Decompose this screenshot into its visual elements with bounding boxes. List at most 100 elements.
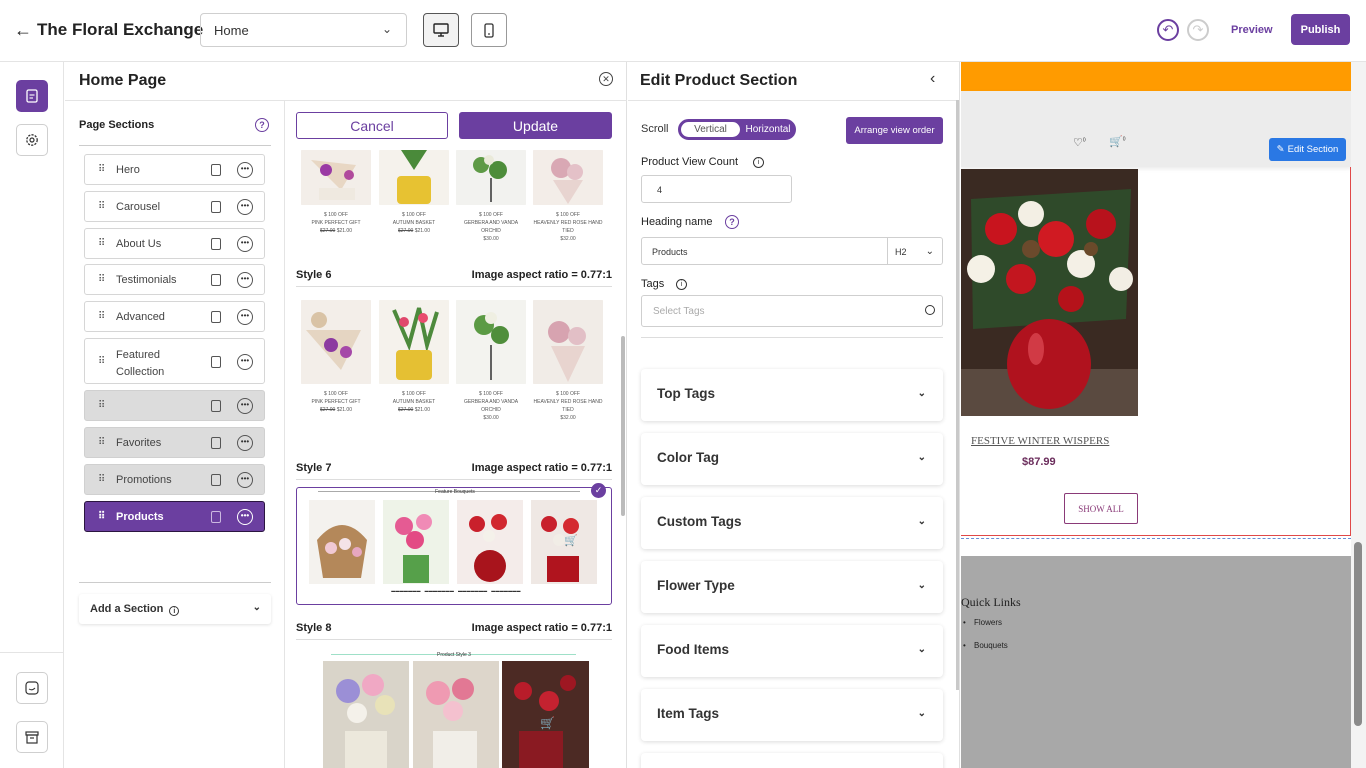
product-name-link[interactable]: FESTIVE WINTER WISPERS [971,435,1109,447]
heart-icon[interactable]: ♡0 [1073,136,1086,149]
help-icon[interactable]: ? [725,215,739,229]
add-section-label: Add a Section [90,603,164,615]
chat-icon[interactable] [16,672,48,704]
copy-icon[interactable] [211,474,221,486]
more-options-icon[interactable]: ••• [237,199,253,215]
section-label: Featured Collection [116,349,165,378]
header-divider [628,100,959,101]
copy-icon[interactable] [211,511,221,523]
search-icon[interactable] [925,305,935,315]
accordion-item-tags[interactable]: Item Tags ⌄ [641,689,943,741]
accordion-food-items[interactable]: Food Items ⌄ [641,625,943,677]
mobile-view-button[interactable] [471,13,507,47]
gear-icon[interactable] [16,124,48,156]
product-text: $ 100 OFF PINK PERFECT GIFT $27.00 $21.00 [311,212,361,234]
page-select[interactable]: Home ⌄ [200,13,407,47]
section-item-advanced[interactable]: ⠿ Advanced ••• [84,301,265,332]
help-icon[interactable]: ? [255,118,269,132]
tags-search-input[interactable]: Select Tags [641,295,943,327]
drag-handle-icon[interactable]: ⠿ [98,474,105,485]
section-item-testimonials[interactable]: ⠿ Testimonials ••• [84,264,265,295]
accordion-custom-tags[interactable]: Custom Tags ⌄ [641,497,943,549]
section-item-products[interactable]: ⠿ Products ••• [84,501,265,532]
heading-name-input[interactable]: Products [641,237,888,265]
cancel-button[interactable]: Cancel [296,112,448,139]
edit-panel-scrollbar[interactable] [956,100,959,690]
heading-level-select[interactable]: H2 ⌄ [887,237,943,265]
more-options-icon[interactable]: ••• [237,272,253,288]
arrange-view-order-button[interactable]: Arrange view order [846,117,943,144]
accordion-label: Item Tags [657,706,720,721]
product-text: $ 100 OFF GERBERA AND VANDA ORCHID $30.00 [463,391,519,421]
info-icon[interactable]: i [676,279,687,290]
add-section-dropdown[interactable]: Add a Section i ⌄ [79,594,271,624]
drag-handle-icon[interactable]: ⠿ [98,356,105,367]
drag-handle-icon[interactable]: ⠿ [98,164,105,175]
drag-handle-icon[interactable]: ⠿ [98,437,105,448]
accordion-flower-type[interactable]: Flower Type ⌄ [641,561,943,613]
copy-icon[interactable] [211,164,221,176]
copy-icon[interactable] [211,437,221,449]
product-view-count-input[interactable]: 4 [641,175,792,203]
drag-handle-icon[interactable]: ⠿ [98,311,105,322]
style-8-preview[interactable]: Product Style 3 🛒 [296,649,612,768]
chevron-left-icon[interactable]: ‹ [930,70,935,88]
copy-icon[interactable] [211,311,221,323]
accordion-more[interactable] [641,753,943,768]
accordion-color-tag[interactable]: Color Tag ⌄ [641,433,943,485]
drag-handle-icon[interactable]: ⠿ [98,201,105,212]
section-item-hero[interactable]: ⠿ Hero ••• [84,154,265,185]
preview-button[interactable]: Preview [1231,24,1273,36]
vertical-option[interactable]: Vertical [681,122,740,137]
quick-link-item[interactable]: Bouquets [963,641,1008,650]
section-item-featured-collection[interactable]: ⠿ Featured Collection ••• [84,338,265,384]
chevron-down-icon: ⌄ [917,388,926,399]
style-8-images: 🛒 [323,661,589,768]
more-options-icon[interactable]: ••• [237,398,253,414]
info-icon[interactable]: i [753,157,764,168]
section-item-carousel[interactable]: ⠿ Carousel ••• [84,191,265,222]
show-all-button[interactable]: SHOW ALL [1064,493,1138,524]
back-arrow-icon[interactable]: ← [14,20,32,41]
drag-handle-icon[interactable]: ⠿ [98,274,105,285]
copy-icon[interactable] [211,238,221,250]
publish-button[interactable]: Publish [1291,14,1350,45]
section-item-about-us[interactable]: ⠿ About Us ••• [84,228,265,259]
cart-icon[interactable]: 🛒0 [1109,135,1125,148]
section-item-promotions[interactable]: ⠿ Promotions ••• [84,464,265,495]
scroll-direction-toggle[interactable]: Vertical Horizontal [678,119,796,140]
drag-handle-icon[interactable]: ⠿ [98,238,105,249]
desktop-view-button[interactable] [423,13,459,47]
more-options-icon[interactable]: ••• [237,472,253,488]
close-icon[interactable]: ✕ [599,72,613,86]
product-image[interactable] [961,169,1138,416]
archive-icon[interactable] [16,721,48,753]
copy-icon[interactable] [211,400,221,412]
more-options-icon[interactable]: ••• [237,162,253,178]
redo-icon[interactable]: ↷ [1187,19,1209,41]
more-options-icon[interactable]: ••• [237,236,253,252]
accordion-top-tags[interactable]: Top Tags ⌄ [641,369,943,421]
drag-handle-icon[interactable]: ⠿ [98,400,105,411]
product-text: $ 100 OFF HEAVENLY RED ROSE HAND TIED $32.… [533,212,603,242]
update-button[interactable]: Update [459,112,612,139]
more-options-icon[interactable]: ••• [237,309,253,325]
more-options-icon[interactable]: ••• [237,435,253,451]
edit-section-button[interactable]: ✎ Edit Section [1269,138,1346,161]
more-options-icon[interactable]: ••• [237,354,253,370]
undo-icon[interactable]: ↶ [1157,19,1179,41]
pages-icon[interactable] [16,80,48,112]
more-options-icon[interactable]: ••• [237,509,253,525]
horizontal-option[interactable]: Horizontal [742,122,794,137]
style-7-preview-selected[interactable]: Feature Bouquets 🛒 ▬▬▬▬▬▬▬ ▬▬▬▬▬▬▬ ▬▬▬▬▬… [296,487,612,605]
style-list-scrollbar[interactable] [621,336,625,516]
copy-icon[interactable] [211,201,221,213]
quick-link-item[interactable]: Flowers [963,618,1002,627]
copy-icon[interactable] [211,356,221,368]
section-item-favorites[interactable]: ⠿ Favorites ••• [84,427,265,458]
preview-scrollbar-thumb[interactable] [1354,542,1362,726]
section-item-untitled[interactable]: ⠿ ••• [84,390,265,421]
accordion-label: Color Tag [657,450,719,465]
copy-icon[interactable] [211,274,221,286]
drag-handle-icon[interactable]: ⠿ [98,511,105,522]
